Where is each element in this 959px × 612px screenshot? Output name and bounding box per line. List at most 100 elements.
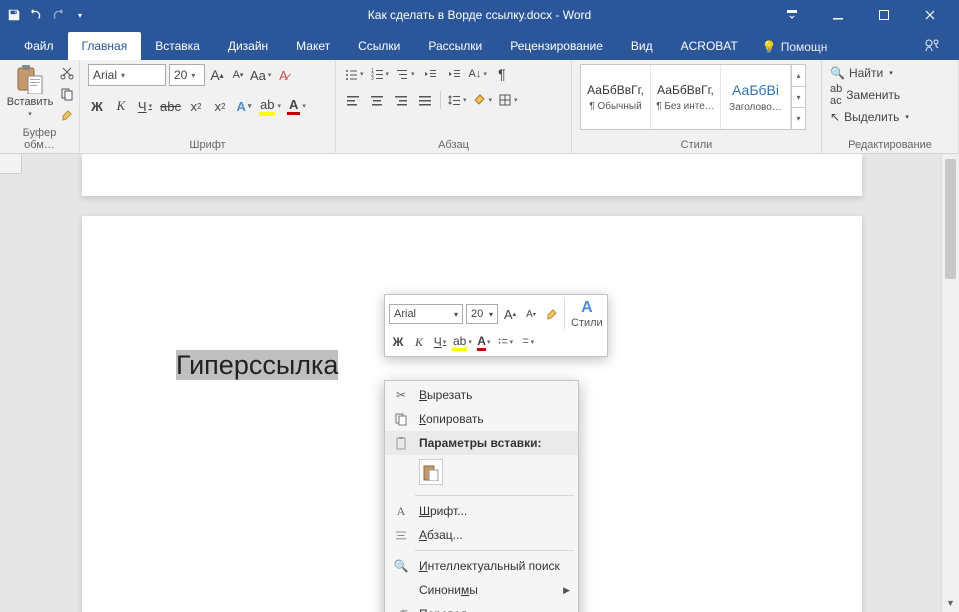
strikethrough-button[interactable]: abc <box>160 96 181 116</box>
undo-icon[interactable] <box>28 7 44 23</box>
mini-bold[interactable]: Ж <box>389 332 407 352</box>
scroll-thumb[interactable] <box>945 159 956 279</box>
justify-icon[interactable] <box>416 90 434 110</box>
highlight-icon[interactable]: ab <box>259 96 281 116</box>
maximize-button[interactable] <box>861 0 907 30</box>
context-menu: ✂ Вырезать Копировать Параметры вставки:… <box>384 380 579 612</box>
underline-button[interactable]: Ч <box>136 96 154 116</box>
mini-italic[interactable]: К <box>410 332 428 352</box>
ribbon-options-icon[interactable] <box>769 0 815 30</box>
group-styles: АаБбВвГг,¶ Обычный АаБбВвГг,¶ Без инте… … <box>572 60 822 153</box>
translate-icon: aあ <box>391 606 411 612</box>
ctx-synonyms[interactable]: Синонимы ▶ <box>385 578 578 602</box>
shrink-font-icon[interactable]: A▾ <box>229 65 247 85</box>
ctx-paste-header: Параметры вставки: <box>385 431 578 455</box>
font-name-combo[interactable]: Arial▾ <box>88 64 166 86</box>
tab-view[interactable]: Вид <box>617 32 667 60</box>
format-painter-icon[interactable] <box>58 106 76 124</box>
group-styles-label: Стили <box>580 137 813 151</box>
mini-fontcolor-icon[interactable]: A <box>475 332 493 352</box>
mini-grow-icon[interactable]: A▴ <box>501 304 519 324</box>
style-normal[interactable]: АаБбВвГг,¶ Обычный <box>581 65 651 129</box>
show-marks-icon[interactable]: ¶ <box>493 64 511 84</box>
bold-button[interactable]: Ж <box>88 96 106 116</box>
ctx-paste-options <box>385 455 578 492</box>
paragraph-icon <box>391 529 411 541</box>
select-button[interactable]: ↖Выделить▾ <box>830 110 909 124</box>
tell-me[interactable]: 💡 Помощн <box>752 40 838 54</box>
mini-shrink-icon[interactable]: A▾ <box>522 304 540 324</box>
tab-references[interactable]: Ссылки <box>344 32 414 60</box>
text-effects-icon[interactable]: A <box>235 96 253 116</box>
vertical-scrollbar[interactable]: ▲ ▼ <box>941 154 959 612</box>
mini-font-combo[interactable]: Arial▾ <box>389 304 463 324</box>
increase-indent-icon[interactable] <box>445 64 463 84</box>
selected-text[interactable]: Гиперссылка <box>176 350 338 381</box>
redo-icon[interactable] <box>50 7 66 23</box>
sort-icon[interactable]: A↓ <box>469 64 487 84</box>
bullets-icon[interactable] <box>344 64 364 84</box>
paste-option-keep-source-icon[interactable] <box>419 459 443 485</box>
mini-size-combo[interactable]: 20▾ <box>466 304 498 324</box>
scissors-icon: ✂ <box>391 388 411 402</box>
superscript-button[interactable]: x2 <box>211 96 229 116</box>
tab-home[interactable]: Главная <box>68 32 142 60</box>
multilevel-icon[interactable] <box>395 64 415 84</box>
paste-button[interactable]: Вставить ▾ <box>8 64 52 118</box>
save-icon[interactable] <box>6 7 22 23</box>
font-size-combo[interactable]: 20▾ <box>169 64 205 86</box>
mini-bullets-icon[interactable] <box>496 332 514 352</box>
ctx-cut[interactable]: ✂ Вырезать <box>385 383 578 407</box>
close-button[interactable] <box>907 0 953 30</box>
mini-highlight-icon[interactable]: ab <box>452 332 472 352</box>
change-case-button[interactable]: Aa <box>250 65 271 85</box>
tab-mailings[interactable]: Рассылки <box>414 32 496 60</box>
tab-layout[interactable]: Макет <box>282 32 344 60</box>
ctx-translate[interactable]: aあ Перевод <box>385 602 578 612</box>
ctx-copy[interactable]: Копировать <box>385 407 578 431</box>
shading-icon[interactable] <box>473 90 493 110</box>
align-right-icon[interactable] <box>392 90 410 110</box>
align-left-icon[interactable] <box>344 90 362 110</box>
grow-font-icon[interactable]: A▴ <box>208 65 226 85</box>
qat-dropdown-icon[interactable]: ▾ <box>72 7 88 23</box>
find-button[interactable]: 🔍Найти▾ <box>830 66 909 80</box>
tab-insert[interactable]: Вставка <box>141 32 214 60</box>
numbering-icon[interactable]: 123 <box>370 64 390 84</box>
tab-file[interactable]: Файл <box>10 32 68 60</box>
page-prev-bottom <box>82 154 862 196</box>
ctx-paragraph[interactable]: Абзац... <box>385 523 578 547</box>
tab-review[interactable]: Рецензирование <box>496 32 617 60</box>
mini-numbering-icon[interactable] <box>517 332 535 352</box>
borders-icon[interactable] <box>498 90 518 110</box>
style-heading1[interactable]: АаБбВіЗаголово… <box>721 65 791 129</box>
tab-acrobat[interactable]: ACROBAT <box>667 32 752 60</box>
tab-design[interactable]: Дизайн <box>214 32 282 60</box>
mini-underline[interactable]: Ч <box>431 332 449 352</box>
copy-icon[interactable] <box>58 85 76 103</box>
group-font: Arial▾ 20▾ A▴ A▾ Aa A̷ Ж К Ч abc x2 x2 A… <box>80 60 336 153</box>
scroll-down-icon[interactable]: ▼ <box>942 594 959 612</box>
ctx-smart-lookup[interactable]: 🔍 Интеллектуальный поиск <box>385 554 578 578</box>
mini-styles-button[interactable]: AСтили <box>564 299 603 329</box>
cut-icon[interactable] <box>58 64 76 82</box>
replace-button[interactable]: abacЗаменить <box>830 83 909 107</box>
clear-formatting-icon[interactable]: A̷ <box>274 65 292 85</box>
minimize-button[interactable] <box>815 0 861 30</box>
share-icon[interactable] <box>923 36 941 54</box>
subscript-button[interactable]: x2 <box>187 96 205 116</box>
page[interactable]: Гиперссылка Arial▾ 20▾ A▴ A▾ AСтили Ж К … <box>82 216 862 612</box>
styles-scroll[interactable]: ▴▾▾ <box>791 65 805 129</box>
line-spacing-icon[interactable] <box>447 90 467 110</box>
styles-gallery[interactable]: АаБбВвГг,¶ Обычный АаБбВвГг,¶ Без инте… … <box>580 64 806 130</box>
style-nospacing[interactable]: АаБбВвГг,¶ Без инте… <box>651 65 721 129</box>
ctx-font[interactable]: A Шрифт... <box>385 499 578 523</box>
align-center-icon[interactable] <box>368 90 386 110</box>
group-editing: 🔍Найти▾ abacЗаменить ↖Выделить▾ Редактир… <box>822 60 959 153</box>
decrease-indent-icon[interactable] <box>421 64 439 84</box>
font-color-icon[interactable]: A <box>287 96 306 116</box>
mini-format-painter-icon[interactable] <box>543 304 561 324</box>
group-clipboard-label: Буфер обм… <box>8 125 71 151</box>
window-controls <box>769 0 953 30</box>
italic-button[interactable]: К <box>112 96 130 116</box>
